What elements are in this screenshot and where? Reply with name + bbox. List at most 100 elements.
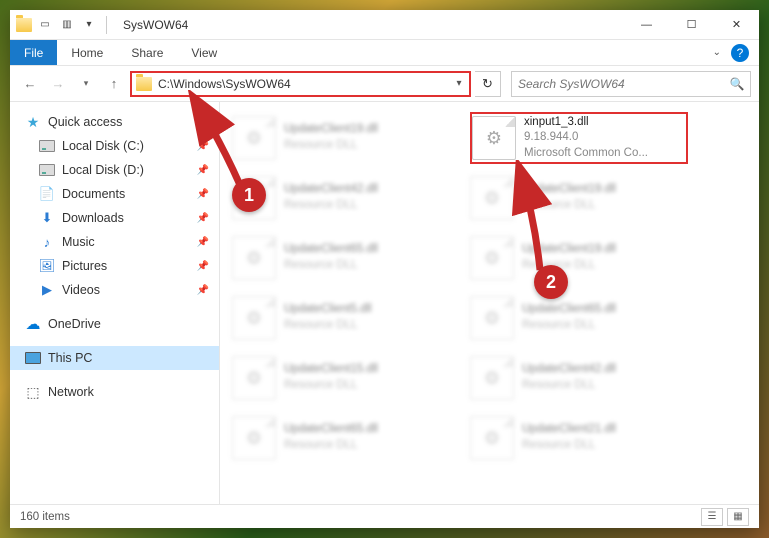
file-type: Resource DLL (522, 438, 616, 454)
tab-view[interactable]: View (177, 40, 231, 65)
dll-icon: ⚙ (472, 116, 516, 160)
sidebar-item-label: Music (62, 235, 95, 249)
close-button[interactable]: ✕ (714, 10, 759, 40)
qat-dropdown-icon[interactable]: ▾ (80, 16, 98, 34)
maximize-button[interactable]: ☐ (669, 10, 714, 40)
file-item[interactable]: ⚙ UpdateClient21.dllResource DLL (470, 412, 688, 464)
file-name: UpdateClient15.dll (284, 362, 378, 378)
sidebar-item-documents[interactable]: 📄 Documents 📌 (10, 182, 219, 206)
file-name: UpdateClient19.dll (522, 242, 616, 258)
pin-icon: 📌 (197, 141, 209, 152)
sidebar-item-label: OneDrive (48, 317, 101, 331)
file-name: xinput1_3.dll (524, 115, 648, 131)
file-name: UpdateClient19.dll (284, 122, 378, 138)
file-item[interactable]: ⚙ UpdateClient15.dllResource DLL (232, 352, 450, 404)
file-name: UpdateClient21.dll (522, 422, 616, 438)
view-details-button[interactable]: ☰ (701, 508, 723, 526)
address-dropdown-icon[interactable]: ▾ (449, 78, 469, 89)
file-item[interactable]: ⚙ UpdateClient19.dllResource DLL (470, 232, 688, 284)
videos-icon: ▶ (38, 281, 56, 299)
folder-icon (16, 18, 32, 32)
help-icon[interactable]: ? (731, 44, 749, 62)
up-button[interactable]: ↑ (102, 72, 126, 96)
ribbon-expand-icon[interactable]: ⌄ (713, 47, 721, 58)
status-bar: 160 items ☰ ▦ (10, 504, 759, 528)
pin-icon: 📌 (197, 285, 209, 296)
pc-icon (24, 349, 42, 367)
file-version: 9.18.944.0 (524, 130, 648, 146)
refresh-button[interactable]: ↻ (475, 71, 501, 97)
file-name: UpdateClient5.dll (284, 302, 372, 318)
minimize-button[interactable]: — (624, 10, 669, 40)
disk-icon (38, 161, 56, 179)
forward-button[interactable]: → (46, 72, 70, 96)
separator (106, 16, 107, 34)
file-name: UpdateClient42.dll (284, 182, 378, 198)
sidebar-item-label: Pictures (62, 259, 107, 273)
file-type: Resource DLL (522, 198, 616, 214)
sidebar-item-videos[interactable]: ▶ Videos 📌 (10, 278, 219, 302)
file-item[interactable]: ⚙ UpdateClient19.dllResource DLL (470, 172, 688, 224)
file-item[interactable]: ⚙ UpdateClient65.dllResource DLL (232, 412, 450, 464)
qat-newfolder-icon[interactable]: ▥ (58, 16, 76, 34)
search-box[interactable]: 🔍 (511, 71, 751, 97)
back-button[interactable]: ← (18, 72, 42, 96)
file-item[interactable]: ⚙ UpdateClient19.dllResource DLL (232, 112, 450, 164)
titlebar: ▭ ▥ ▾ SysWOW64 — ☐ ✕ (10, 10, 759, 40)
onedrive-icon: ☁ (24, 315, 42, 333)
sidebar-item-label: Local Disk (C:) (62, 139, 144, 153)
pictures-icon: 🖼 (38, 257, 56, 275)
file-type: Resource DLL (284, 198, 378, 214)
pin-icon: 📌 (197, 213, 209, 224)
dll-icon: ⚙ (232, 236, 276, 280)
window-title: SysWOW64 (123, 18, 188, 32)
disk-icon (38, 137, 56, 155)
sidebar-item-disk-d[interactable]: Local Disk (D:) 📌 (10, 158, 219, 182)
sidebar-item-onedrive[interactable]: ☁ OneDrive (10, 312, 219, 336)
sidebar-item-quick-access[interactable]: ★ Quick access (10, 110, 219, 134)
file-description: Microsoft Common Co... (524, 146, 648, 162)
sidebar-item-music[interactable]: ♪ Music 📌 (10, 230, 219, 254)
sidebar-item-downloads[interactable]: ⬇ Downloads 📌 (10, 206, 219, 230)
address-path[interactable]: C:\Windows\SysWOW64 (156, 77, 449, 91)
qat-properties-icon[interactable]: ▭ (36, 16, 54, 34)
search-icon[interactable]: 🔍 (724, 77, 750, 91)
file-item[interactable]: ⚙ UpdateClient42.dllResource DLL (470, 352, 688, 404)
file-item-highlighted[interactable]: ⚙ xinput1_3.dll 9.18.944.0 Microsoft Com… (470, 112, 688, 164)
pin-icon: 📌 (197, 261, 209, 272)
file-type: Resource DLL (284, 318, 372, 334)
sidebar-item-label: Network (48, 385, 94, 399)
tab-home[interactable]: Home (57, 40, 117, 65)
navigation-pane: ★ Quick access Local Disk (C:) 📌 Local D… (10, 102, 220, 504)
file-name: UpdateClient19.dll (522, 182, 616, 198)
file-type: Resource DLL (284, 138, 378, 154)
tab-file[interactable]: File (10, 40, 57, 65)
dll-icon: ⚙ (232, 356, 276, 400)
address-folder-icon (136, 77, 152, 91)
dll-icon: ⚙ (470, 356, 514, 400)
file-name: UpdateClient42.dll (522, 362, 616, 378)
star-icon: ★ (24, 113, 42, 131)
sidebar-item-network[interactable]: ⬚ Network (10, 380, 219, 404)
sidebar-item-label: Documents (62, 187, 125, 201)
annotation-badge-2: 2 (534, 265, 568, 299)
file-item[interactable]: ⚙ UpdateClient5.dllResource DLL (232, 292, 450, 344)
sidebar-item-disk-c[interactable]: Local Disk (C:) 📌 (10, 134, 219, 158)
dll-icon: ⚙ (470, 176, 514, 220)
recent-dropdown-icon[interactable]: ▾ (74, 72, 98, 96)
file-item[interactable]: ⚙ UpdateClient65.dllResource DLL (232, 232, 450, 284)
dll-icon: ⚙ (232, 296, 276, 340)
search-input[interactable] (512, 77, 724, 91)
view-tiles-button[interactable]: ▦ (727, 508, 749, 526)
explorer-window: ▭ ▥ ▾ SysWOW64 — ☐ ✕ File Home Share Vie… (10, 10, 759, 528)
item-count: 160 items (20, 511, 70, 523)
file-item[interactable]: ⚙ UpdateClient65.dllResource DLL (470, 292, 688, 344)
dll-icon: ⚙ (470, 296, 514, 340)
address-bar[interactable]: C:\Windows\SysWOW64 ▾ (130, 71, 471, 97)
file-list[interactable]: ⚙ UpdateClient19.dllResource DLL ⚙ xinpu… (220, 102, 759, 504)
file-type: Resource DLL (522, 378, 616, 394)
sidebar-item-this-pc[interactable]: This PC (10, 346, 219, 370)
sidebar-item-pictures[interactable]: 🖼 Pictures 📌 (10, 254, 219, 278)
tab-share[interactable]: Share (117, 40, 177, 65)
network-icon: ⬚ (24, 383, 42, 401)
